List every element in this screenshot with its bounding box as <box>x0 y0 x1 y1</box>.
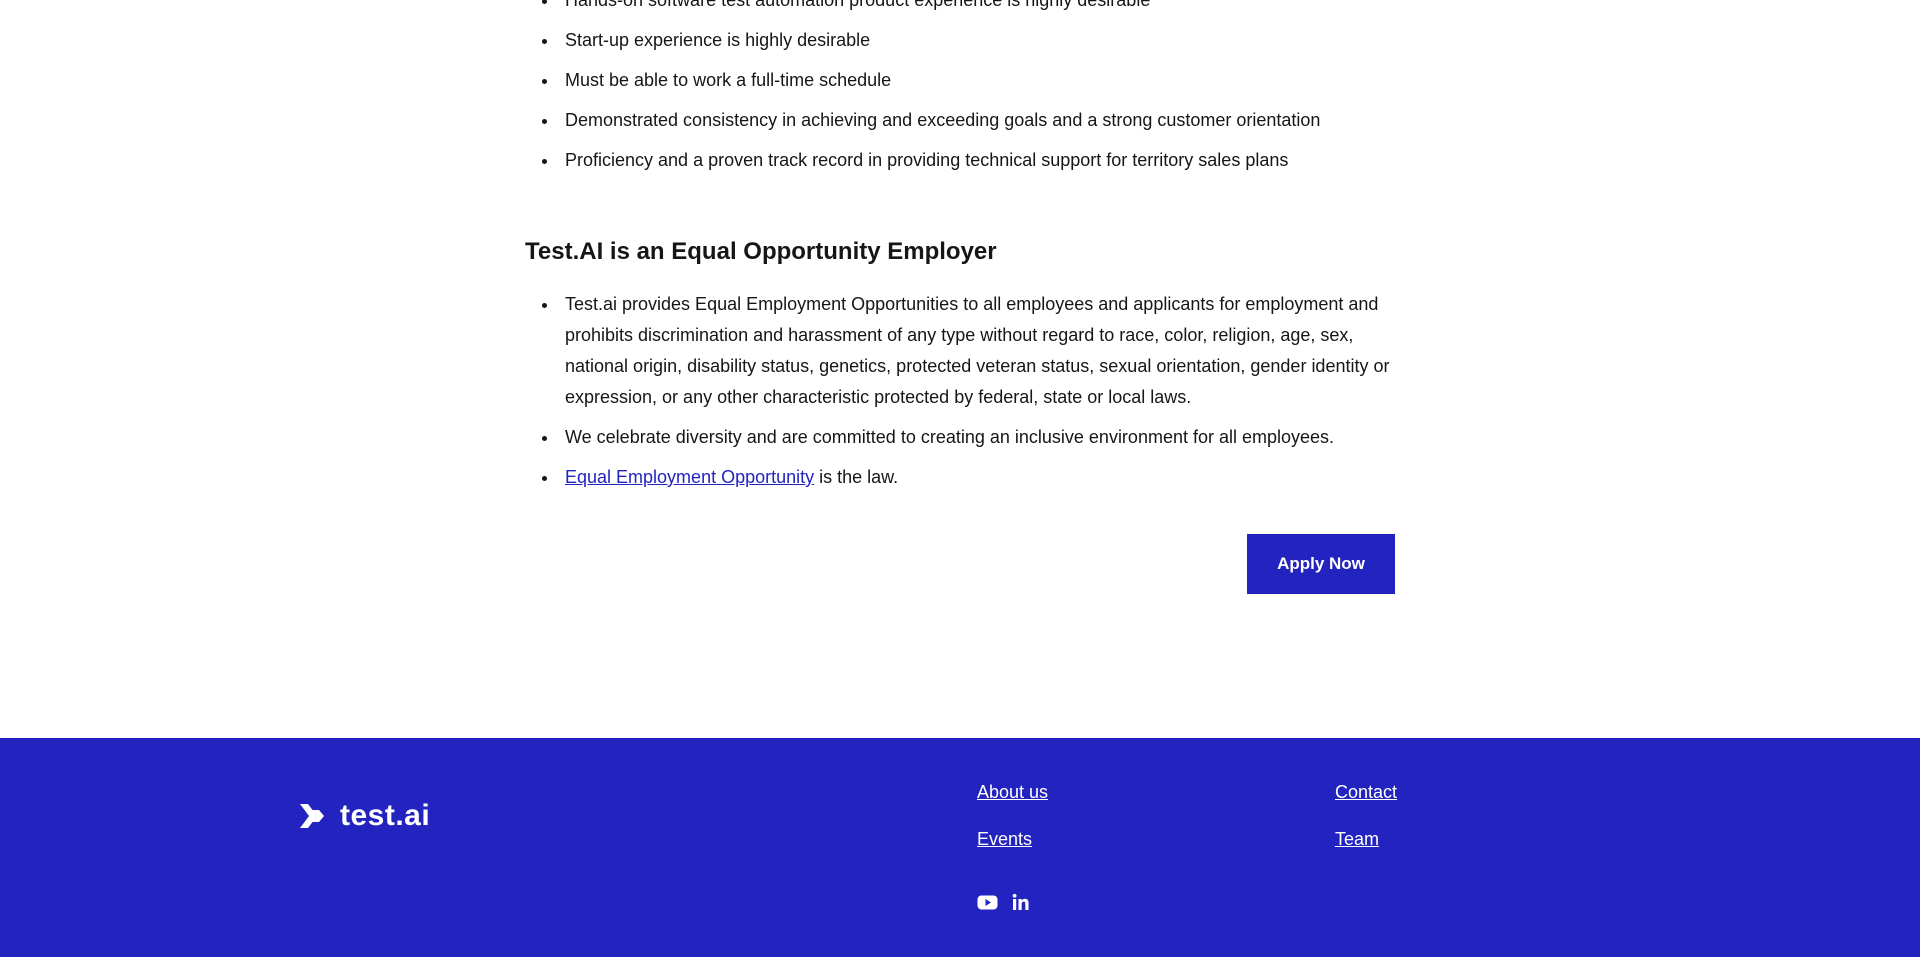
list-item: Equal Employment Opportunity is the law. <box>542 462 1395 493</box>
linkedin-icon[interactable] <box>1010 892 1031 912</box>
page: Hands-on software test automation produc… <box>0 0 1920 957</box>
logo-icon <box>300 804 324 828</box>
eeo-heading: Test.AI is an Equal Opportunity Employer <box>525 238 997 265</box>
logo-text: test.ai <box>340 799 431 832</box>
list-item: Start-up experience is highly desirable <box>542 25 1395 56</box>
requirements-list: Hands-on software test automation produc… <box>525 0 1395 176</box>
list-item: Hands-on software test automation produc… <box>542 0 1395 16</box>
eeo-list-container: Test.ai provides Equal Employment Opport… <box>525 289 1395 502</box>
list-item: Demonstrated consistency in achieving an… <box>542 105 1395 136</box>
list-item: Proficiency and a proven track record in… <box>542 145 1395 176</box>
list-item: Test.ai provides Equal Employment Opport… <box>542 289 1395 413</box>
footer-link-about[interactable]: About us <box>977 782 1048 803</box>
list-item: Must be able to work a full-time schedul… <box>542 65 1395 96</box>
eeo-law-link[interactable]: Equal Employment Opportunity <box>565 467 814 487</box>
social-links <box>977 892 1031 912</box>
footer: test.ai About us Events Contact Team <box>0 738 1920 957</box>
footer-link-team[interactable]: Team <box>1335 829 1379 850</box>
footer-logo[interactable]: test.ai <box>298 801 430 831</box>
list-item: We celebrate diversity and are committed… <box>542 422 1395 453</box>
eeo-list: Test.ai provides Equal Employment Opport… <box>525 289 1395 493</box>
requirements-list-container: Hands-on software test automation produc… <box>525 0 1395 185</box>
footer-link-events[interactable]: Events <box>977 829 1032 850</box>
footer-link-contact[interactable]: Contact <box>1335 782 1397 803</box>
eeo-law-suffix: is the law. <box>814 467 899 487</box>
apply-now-button[interactable]: Apply Now <box>1247 534 1395 594</box>
youtube-icon[interactable] <box>977 892 998 912</box>
